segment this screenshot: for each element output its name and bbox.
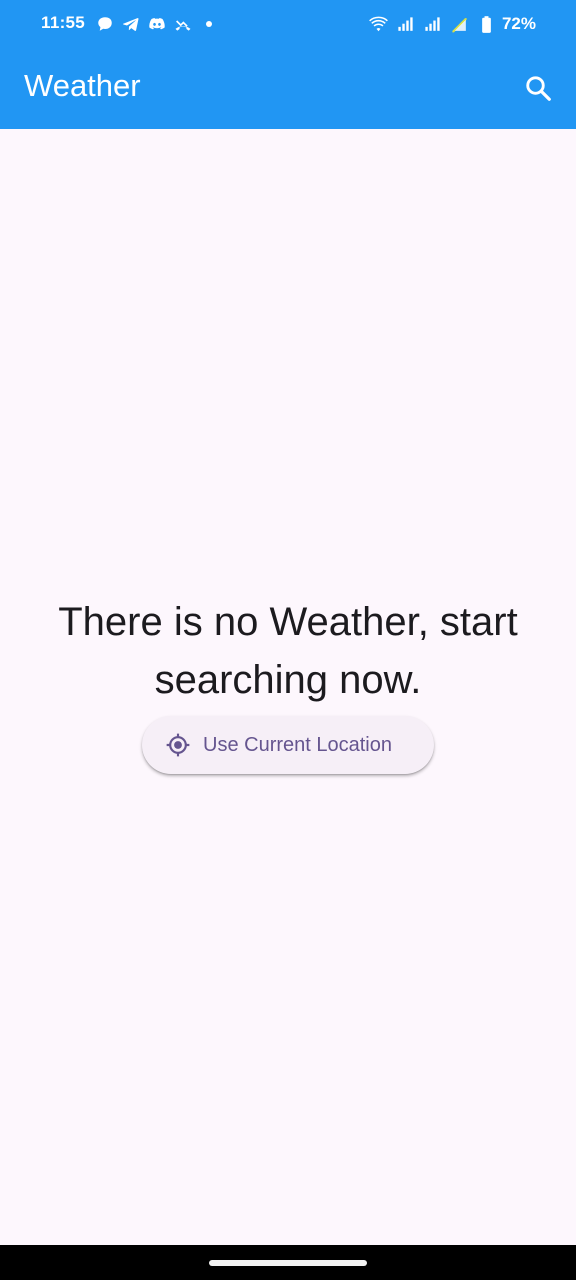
page-title: Weather [24,68,141,103]
search-icon [526,76,551,101]
my-location-icon [166,733,190,757]
chat-bubble-icon [98,17,112,31]
home-indicator[interactable] [209,1260,367,1266]
search-button[interactable] [514,64,562,112]
use-current-location-label: Use Current Location [203,733,392,756]
battery-percentage: 72% [501,14,536,33]
navigation-bar [0,1245,576,1280]
empty-state-message: There is no Weather, start searching now… [58,600,518,702]
signal-icon [398,16,413,31]
data-saver-icon [452,17,467,32]
main-content: There is no Weather, start searching now… [0,129,576,1245]
use-current-location-button[interactable]: Use Current Location [142,716,434,774]
app-bar: Weather [0,48,576,129]
battery-icon [482,15,491,33]
screen: 11:55 72% Weather There is no Weather, s… [0,0,576,1280]
status-bar: 11:55 72% [0,0,576,48]
status-time: 11:55 [41,13,86,32]
telegram-icon [122,18,139,31]
signal-icon [425,16,440,31]
dot-icon [206,21,212,27]
system-icons: 72% [369,12,536,36]
top-bar: 11:55 72% Weather [0,0,576,129]
missed-call-icon [175,20,191,31]
discord-icon [149,18,165,30]
notification-icons [96,12,218,36]
wifi-icon [369,16,388,31]
